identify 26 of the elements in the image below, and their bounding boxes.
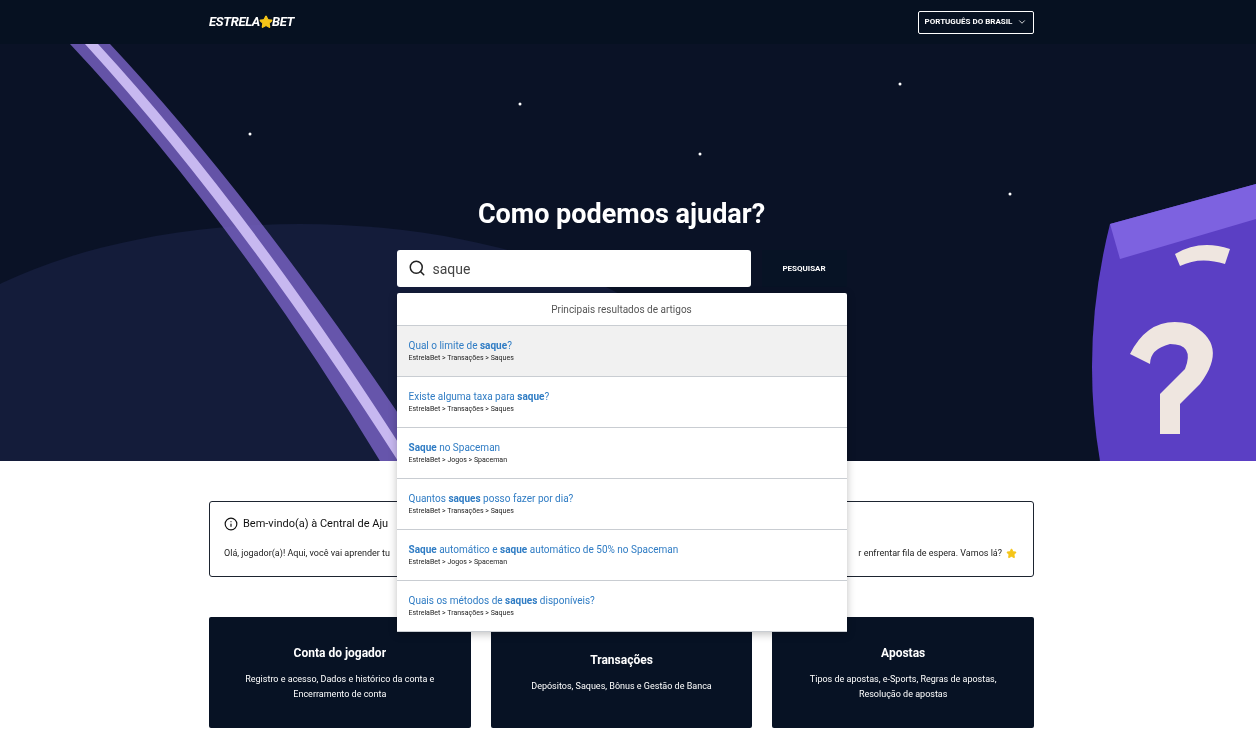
language-dropdown[interactable]: PORTUGUÊS DO BRASIL bbox=[918, 10, 1034, 34]
result-title: Quantos saques posso fazer por dia? bbox=[408, 491, 575, 506]
star-icon bbox=[259, 15, 273, 29]
category-description: Depósitos, Saques, Bônus e Gestão de Banca bbox=[531, 680, 712, 693]
welcome-text: r enfrentar fila de espera. Vamos lá? bbox=[858, 546, 1002, 560]
chevron-down-icon bbox=[1017, 17, 1028, 27]
category-title: Transações bbox=[590, 652, 653, 669]
result-title: Saque automático e saque automático de 50% no Spaceman bbox=[408, 542, 680, 557]
result-title: Qual o limite de saque? bbox=[408, 338, 513, 353]
result-title: Existe alguma taxa para saque? bbox=[408, 389, 551, 404]
search-icon bbox=[407, 259, 426, 277]
search-field[interactable]: saque bbox=[396, 250, 751, 287]
category-title: Conta do jogador bbox=[293, 644, 387, 662]
result-title: Saque no Spaceman bbox=[408, 440, 502, 455]
category-title: Apostas bbox=[881, 644, 926, 662]
info-icon bbox=[224, 517, 238, 532]
hero-title: Como podemos ajudar? bbox=[477, 198, 766, 230]
star-icon bbox=[1006, 547, 1017, 559]
welcome-title: Bem-vindo(a) à Central de Aju bbox=[243, 516, 389, 532]
category-card[interactable]: Conta do jogador Registro e acesso, Dados e histórico da conta e Encerramento de conta bbox=[209, 617, 471, 728]
category-description: Registro e acesso, Dados e histórico da conta e Encerramento de conta bbox=[244, 672, 436, 701]
category-card[interactable]: Apostas Tipos de apostas, e-Sports, Regras de apostas, Resolução de apostas bbox=[772, 617, 1034, 728]
result-title: Quais os métodos de saques disponíveis? bbox=[408, 593, 596, 608]
welcome-text: Olá, jogador(a)! Aqui, você vai aprender tu bbox=[224, 546, 391, 560]
logo[interactable]: ESTRELA BET bbox=[209, 12, 295, 32]
category-description: Tipos de apostas, e-Sports, Regras de apostas, Resolução de apostas bbox=[808, 672, 998, 701]
